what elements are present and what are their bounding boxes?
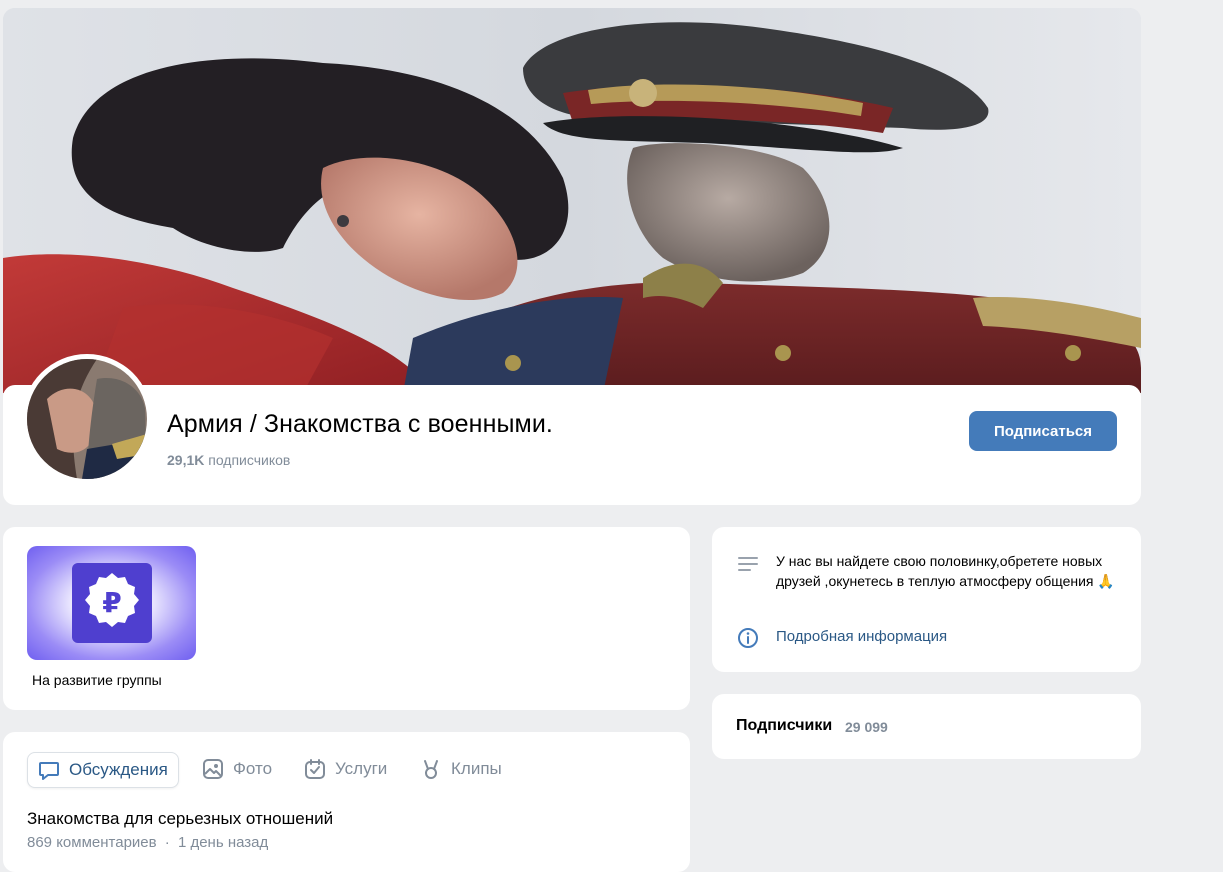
topic-title[interactable]: Знакомства для серьезных отношений (27, 809, 333, 829)
topic-comments: 869 комментариев (27, 834, 157, 851)
more-info-link[interactable]: Подробная информация (776, 628, 947, 645)
donation-tile[interactable]: ₽ (27, 546, 196, 660)
members-count: 29 099 (845, 719, 888, 735)
svg-text:₽: ₽ (102, 586, 121, 619)
tab-clips-label: Клипы (451, 759, 502, 778)
topic-separator: · (164, 834, 170, 851)
group-avatar[interactable] (22, 354, 152, 484)
info-icon (737, 627, 759, 654)
tab-discussions[interactable]: Обсуждения (27, 752, 179, 788)
topic-time: 1 день назад (177, 834, 269, 851)
discussion-icon (39, 762, 59, 780)
subscribers-summary: 29,1K подписчиков (167, 452, 290, 468)
tab-clips[interactable]: Клипы (420, 752, 502, 786)
members-title: Подписчики (736, 717, 833, 734)
description-icon (737, 555, 759, 580)
donation-label: На развитие группы (32, 672, 162, 688)
cover-image (3, 8, 1141, 393)
subscribe-button[interactable]: Подписаться (969, 411, 1117, 451)
tab-photos-label: Фото (233, 759, 273, 778)
description-card (712, 527, 1141, 672)
services-icon (305, 759, 325, 779)
tab-discussions-label: Обсуждения (69, 760, 168, 779)
tab-services-label: Услуги (335, 759, 388, 778)
topic-meta: 869 комментариев · 1 день назад (27, 834, 268, 851)
description-text: У нас вы найдете свою половинку,обретете… (776, 553, 1115, 589)
page-title: Армия / Знакомства с военными. (167, 410, 553, 438)
photo-icon (203, 759, 223, 779)
clips-icon (424, 760, 438, 779)
tab-services[interactable]: Услуги (304, 752, 387, 786)
subscribers-count: 29,1K (167, 452, 205, 468)
subscribers-word: подписчиков (208, 452, 291, 468)
avatar (27, 359, 147, 479)
tab-photos[interactable]: Фото (202, 752, 272, 786)
